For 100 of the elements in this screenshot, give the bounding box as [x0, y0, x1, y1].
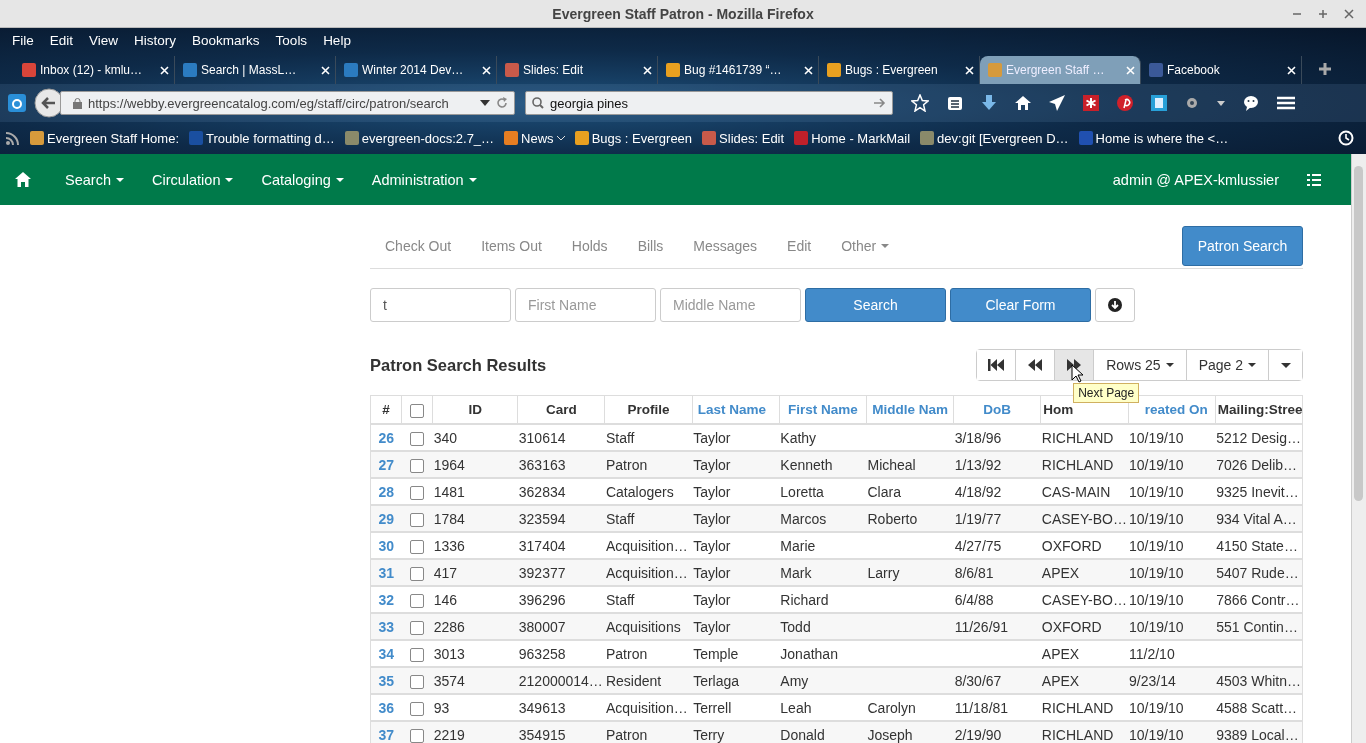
bookmark[interactable]: Bugs : Evergreen — [574, 130, 693, 146]
table-cell: 10/19/10 — [1129, 537, 1184, 554]
column-header[interactable]: Middle Nam — [866, 395, 954, 424]
menu-item[interactable]: Edit — [41, 32, 82, 48]
patron-tab[interactable]: Items Out — [466, 238, 557, 254]
address-field[interactable]: https://webby.evergreencatalog.com/eg/staff/circ/patron/search — [60, 91, 515, 115]
maximize-icon[interactable] — [1318, 9, 1328, 19]
bookmark[interactable]: Home is where the <… — [1078, 130, 1229, 146]
column-header[interactable]: First Name — [779, 395, 867, 424]
nav-menu[interactable]: Administration — [357, 171, 491, 188]
row-checkbox[interactable] — [410, 702, 425, 716]
paper-plane-icon[interactable] — [1049, 95, 1065, 111]
caret-icon[interactable] — [1217, 100, 1225, 106]
table-cell: 11/18/81 — [954, 699, 1009, 716]
home-icon[interactable] — [1015, 95, 1031, 111]
row-checkbox[interactable] — [410, 567, 425, 581]
patron-tab[interactable]: Check Out — [370, 238, 467, 254]
row-checkbox[interactable] — [410, 486, 425, 500]
row-checkbox[interactable] — [410, 513, 425, 527]
bookmark[interactable]: Slides: Edit — [702, 130, 785, 146]
new-tab-icon[interactable] — [1318, 62, 1332, 76]
scroll-thumb[interactable] — [1354, 166, 1363, 501]
bookmark[interactable]: evergreen-docs:2.7_… — [344, 130, 495, 146]
table-cell: 6/4/88 — [954, 591, 994, 608]
list-icon[interactable] — [947, 95, 963, 111]
column-header[interactable]: Last Name — [692, 395, 780, 424]
row-checkbox[interactable] — [410, 459, 425, 473]
arrow-icon[interactable] — [874, 98, 886, 108]
row-checkbox[interactable] — [410, 594, 425, 608]
nav-menu[interactable]: Circulation — [137, 171, 248, 188]
patron-tab[interactable]: Holds — [556, 238, 623, 254]
nav-menu[interactable]: Search — [51, 171, 138, 188]
browser-tab[interactable]: Bugs : Evergreen — [819, 56, 980, 84]
menu-item[interactable]: Bookmarks — [184, 32, 268, 48]
menu-item[interactable]: History — [126, 32, 185, 48]
patron-tab[interactable]: Bills — [622, 238, 679, 254]
table-cell: Acquisitions — [605, 618, 681, 635]
last-name-field[interactable]: t — [370, 288, 511, 322]
bookmark[interactable]: Trouble formatting d… — [189, 130, 335, 146]
row-number-link[interactable]: 29 — [370, 505, 402, 532]
table-cell: Terrell — [693, 699, 732, 716]
bookmark[interactable]: Evergreen Staff Home: — [30, 130, 179, 146]
bookmark[interactable]: dev:git [Evergreen D… — [920, 130, 1069, 146]
download-button[interactable] — [1095, 288, 1135, 322]
home-icon[interactable] — [15, 172, 31, 187]
patron-tab[interactable]: Edit — [772, 238, 827, 254]
row-number-link[interactable]: 37 — [370, 721, 402, 743]
browser-tab[interactable]: Inbox (12) - kmlu… — [14, 56, 175, 84]
row-number-link[interactable]: 31 — [370, 559, 402, 586]
search-field[interactable]: georgia pines — [525, 91, 893, 115]
pin-icon[interactable] — [1117, 95, 1133, 111]
scrollbar[interactable] — [1351, 154, 1366, 743]
row-number-link[interactable]: 35 — [370, 667, 402, 694]
star-icon[interactable] — [911, 94, 929, 112]
browser-tab[interactable]: Winter 2014 Dev… — [336, 56, 497, 84]
row-checkbox[interactable] — [410, 432, 425, 446]
menu-item[interactable]: File — [4, 32, 42, 48]
clear-form-button[interactable]: Clear Form — [950, 288, 1091, 322]
browser-tab[interactable]: Facebook — [1141, 56, 1302, 84]
column-header[interactable]: DoB — [953, 395, 1041, 424]
download-icon[interactable] — [981, 95, 997, 111]
nav-menu[interactable]: Cataloging — [247, 171, 358, 188]
menu-icon[interactable] — [1277, 96, 1295, 110]
search-button[interactable]: Search — [805, 288, 946, 322]
row-checkbox[interactable] — [410, 675, 425, 689]
bookmark[interactable]: Home - MarkMail — [794, 130, 911, 146]
patron-search-button[interactable]: Patron Search — [1182, 226, 1303, 266]
middle-name-field[interactable]: Middle Name — [660, 288, 801, 322]
row-number-link[interactable]: 33 — [370, 613, 402, 640]
reload-icon[interactable] — [496, 97, 508, 109]
menu-item[interactable]: Help — [315, 32, 359, 48]
row-checkbox[interactable] — [410, 621, 425, 635]
asterisk-icon[interactable] — [1083, 95, 1099, 111]
table-cell: 4588 Scatt… — [1216, 699, 1298, 716]
menu-item[interactable]: Tools — [267, 32, 316, 48]
row-checkbox[interactable] — [410, 540, 425, 554]
user-menu[interactable]: admin @ APEX-kmlussier — [1112, 171, 1279, 188]
addon-icon[interactable] — [8, 94, 26, 112]
table-cell: 146 — [433, 591, 457, 608]
row-checkbox[interactable] — [410, 648, 425, 662]
row-number-link[interactable]: 27 — [370, 451, 402, 478]
browser-tab[interactable]: Slides: Edit — [497, 56, 658, 84]
dropdown-icon[interactable] — [480, 100, 490, 106]
patron-tab[interactable]: Messages — [678, 238, 773, 254]
list-icon[interactable] — [1307, 173, 1321, 186]
first-page-button[interactable] — [977, 350, 1017, 380]
table-cell: 9325 Inevit… — [1216, 483, 1299, 500]
rss-icon[interactable] — [6, 131, 20, 145]
table-cell: Taylor — [693, 456, 731, 473]
bookmark[interactable]: News — [504, 130, 565, 146]
table-cell: Joseph — [867, 726, 913, 743]
menu-item[interactable]: View — [81, 32, 127, 48]
patron-tab[interactable]: Other — [826, 238, 905, 254]
clock-icon[interactable] — [1338, 130, 1354, 146]
first-name-field[interactable]: First Name — [515, 288, 656, 322]
browser-tab[interactable]: Bug #1461739 “… — [658, 56, 819, 84]
row-checkbox[interactable] — [410, 729, 425, 743]
browser-tab[interactable]: Search | MassL… — [175, 56, 336, 84]
select-all-checkbox[interactable] — [410, 404, 425, 418]
chat-icon[interactable] — [1243, 95, 1259, 111]
